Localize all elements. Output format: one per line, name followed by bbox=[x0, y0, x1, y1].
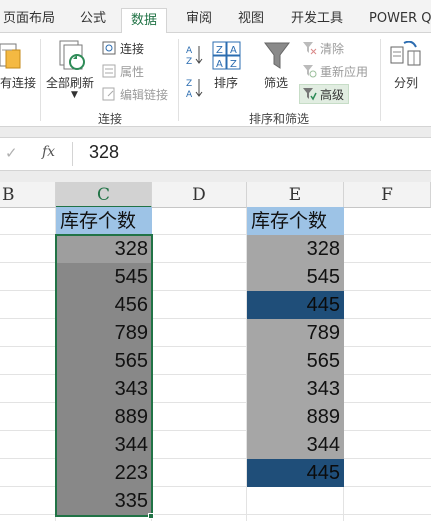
cell-e-header[interactable]: 库存个数 bbox=[247, 207, 344, 235]
svg-text:A: A bbox=[216, 59, 223, 70]
enter-check-icon[interactable]: ✓ bbox=[5, 144, 18, 162]
formula-bar: ✓ fx 328 bbox=[0, 137, 431, 171]
selection-range bbox=[55, 234, 153, 517]
chevron-down-icon[interactable]: ▼ bbox=[71, 90, 78, 100]
text-to-columns-icon[interactable] bbox=[390, 41, 422, 69]
ribbon-data: 有连接 全部刷新 ▼ 连接 属性 编辑链接 连接 A Z Z A Z A A Z… bbox=[0, 33, 431, 127]
formula-separator bbox=[72, 142, 73, 166]
existing-connections-icon[interactable] bbox=[0, 40, 22, 72]
insert-function-icon[interactable]: fx bbox=[42, 144, 55, 160]
cell-e-6[interactable]: 343 bbox=[247, 375, 344, 403]
cell-e-2[interactable]: 545 bbox=[247, 263, 344, 291]
sort-button[interactable]: 排序 bbox=[214, 74, 238, 91]
tab-developer[interactable]: 开发工具 bbox=[291, 0, 343, 33]
tab-view[interactable]: 视图 bbox=[238, 0, 264, 33]
formula-input[interactable]: 328 bbox=[89, 142, 119, 163]
advanced-button[interactable]: 高级 bbox=[320, 86, 344, 103]
ribbon-separator bbox=[178, 39, 179, 121]
cell-e-3[interactable]: 445 bbox=[247, 291, 344, 319]
tab-data[interactable]: 数据 bbox=[121, 8, 168, 34]
cell-e-7[interactable]: 889 bbox=[247, 403, 344, 431]
column-header-d[interactable]: D bbox=[152, 182, 247, 208]
existing-connections-label[interactable]: 有连接 bbox=[0, 74, 36, 91]
properties-icon bbox=[102, 64, 116, 78]
column-header-b[interactable]: B bbox=[0, 182, 56, 208]
group-sort-filter-label: 排序和筛选 bbox=[249, 112, 310, 126]
reapply-icon bbox=[303, 65, 317, 78]
svg-text:Z: Z bbox=[186, 57, 192, 66]
svg-text:Z: Z bbox=[230, 59, 237, 70]
column-header-f[interactable]: F bbox=[344, 182, 431, 208]
tab-power-query[interactable]: POWER Q bbox=[369, 0, 431, 33]
reapply-button[interactable]: 重新应用 bbox=[320, 63, 368, 80]
cell-c-header[interactable]: 库存个数 bbox=[56, 207, 152, 235]
fill-handle[interactable] bbox=[148, 513, 154, 519]
tab-page-layout[interactable]: 页面布局 bbox=[3, 0, 55, 33]
refresh-all-icon[interactable] bbox=[58, 39, 88, 73]
edit-links-button[interactable]: 编辑链接 bbox=[120, 86, 168, 103]
column-header-c[interactable]: C bbox=[56, 182, 152, 208]
cell-e-5[interactable]: 565 bbox=[247, 347, 344, 375]
ribbon-separator bbox=[40, 39, 41, 121]
svg-text:Z: Z bbox=[186, 79, 192, 89]
edit-links-icon bbox=[102, 87, 115, 101]
filter-icon[interactable] bbox=[263, 41, 291, 71]
filter-button[interactable]: 筛选 bbox=[264, 74, 288, 91]
connections-icon[interactable] bbox=[102, 41, 116, 55]
cell-e-8[interactable]: 344 bbox=[247, 431, 344, 459]
cell-e-1[interactable]: 328 bbox=[247, 235, 344, 263]
svg-text:A: A bbox=[186, 46, 193, 56]
refresh-all-label[interactable]: 全部刷新 bbox=[46, 74, 94, 91]
advanced-filter-icon[interactable] bbox=[302, 87, 317, 101]
formula-bar-area: ✓ fx 328 bbox=[0, 127, 431, 182]
properties-button[interactable]: 属性 bbox=[120, 63, 144, 80]
column-header-e[interactable]: E bbox=[247, 182, 344, 208]
ribbon-separator bbox=[380, 39, 381, 121]
sort-descending-icon[interactable]: Z A bbox=[186, 77, 204, 99]
connections-button[interactable]: 连接 bbox=[120, 40, 144, 57]
sort-icon[interactable]: Z A A Z bbox=[212, 41, 242, 71]
svg-text:Z: Z bbox=[216, 45, 223, 56]
cell-e-9[interactable]: 445 bbox=[247, 459, 344, 487]
text-to-columns-button[interactable]: 分列 bbox=[394, 74, 418, 91]
ribbon-tab-bar: 页面布局 公式 数据 审阅 视图 开发工具 POWER Q bbox=[0, 0, 431, 34]
tab-formulas[interactable]: 公式 bbox=[80, 0, 106, 33]
clear-button[interactable]: 清除 bbox=[320, 40, 344, 57]
clear-filter-icon bbox=[303, 42, 317, 55]
cell-e-4[interactable]: 789 bbox=[247, 319, 344, 347]
sort-ascending-icon[interactable]: A Z bbox=[186, 44, 204, 66]
svg-text:A: A bbox=[230, 45, 237, 56]
tab-review[interactable]: 审阅 bbox=[186, 0, 212, 33]
group-connections-label: 连接 bbox=[98, 112, 123, 126]
svg-text:A: A bbox=[186, 90, 193, 99]
